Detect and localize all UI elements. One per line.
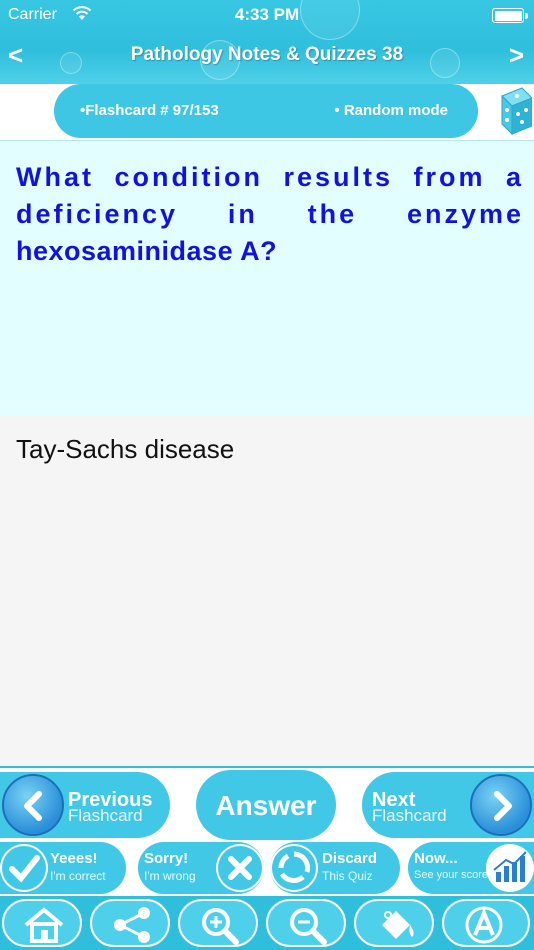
info-row: •Flashcard # 97/153 • Random mode: [0, 84, 534, 140]
share-button[interactable]: [90, 899, 170, 947]
recycle-icon: [270, 844, 318, 892]
wrong-subtitle: I'm wrong: [144, 869, 196, 883]
battery-icon: [492, 8, 528, 23]
flashcard-controls: Previous Flashcard Answer Next Flashcard: [0, 766, 534, 840]
page-title: Pathology Notes & Quizzes 38: [130, 44, 404, 65]
answer-panel: Tay-Sachs disease: [0, 416, 534, 766]
discard-subtitle: This Quiz: [322, 869, 373, 883]
color-theme-button[interactable]: [354, 899, 434, 947]
status-bar: Carrier 4:33 PM: [0, 0, 534, 30]
zoom-in-button[interactable]: [178, 899, 258, 947]
question-text: What condition results from a deficiency…: [16, 159, 524, 270]
next-flashcard-button[interactable]: Next Flashcard: [362, 772, 534, 838]
question-line: deficiency in the enzyme: [16, 199, 524, 229]
font-icon: [465, 906, 503, 944]
forward-button[interactable]: >: [509, 40, 524, 70]
next-subtitle: Flashcard: [372, 806, 447, 825]
flashcard-counter: •Flashcard # 97/153: [80, 102, 219, 119]
chart-icon: [486, 844, 534, 892]
cross-icon: [216, 844, 264, 892]
bottom-toolbar: [0, 896, 534, 950]
font-size-button[interactable]: [442, 899, 530, 947]
correct-title: Yeees!: [50, 850, 98, 867]
discard-quiz-button[interactable]: Discard This Quiz: [270, 842, 400, 894]
arrow-right-icon: [470, 774, 532, 836]
mode-label: • Random mode: [334, 102, 448, 119]
zoom-out-icon: [290, 908, 327, 945]
feedback-row: Yeees! I'm correct Sorry! I'm wrong Disc…: [0, 840, 534, 896]
arrow-left-icon: [2, 774, 64, 836]
paint-bucket-icon: [382, 911, 414, 939]
wrong-button[interactable]: Sorry! I'm wrong: [138, 842, 264, 894]
answer-button[interactable]: Answer: [196, 770, 336, 840]
previous-flashcard-button[interactable]: Previous Flashcard: [0, 772, 170, 838]
dice-icon[interactable]: [498, 84, 533, 136]
see-score-button[interactable]: Now... See your score: [408, 842, 534, 894]
zoom-in-icon: [202, 908, 239, 945]
score-subtitle: See your score: [414, 869, 488, 881]
correct-subtitle: I'm correct: [50, 869, 106, 883]
clock: 4:33 PM: [234, 5, 300, 24]
top-bar: Carrier 4:33 PM < Pathology Notes & Quiz…: [0, 0, 534, 84]
share-icon: [114, 907, 150, 943]
home-button[interactable]: [2, 899, 82, 947]
question-panel: What condition results from a deficiency…: [0, 140, 534, 416]
back-button[interactable]: <: [8, 40, 23, 70]
wrong-title: Sorry!: [144, 850, 189, 867]
home-icon: [24, 907, 64, 943]
discard-title: Discard: [322, 850, 378, 867]
score-title: Now...: [414, 850, 458, 867]
answer-button-label: Answer: [215, 790, 317, 821]
question-line: hexosaminidase A?: [16, 236, 278, 266]
checkmark-icon: [0, 844, 48, 892]
previous-subtitle: Flashcard: [68, 806, 143, 825]
answer-text: Tay-Sachs disease: [16, 434, 235, 464]
correct-button[interactable]: Yeees! I'm correct: [0, 842, 126, 894]
question-line: What condition results from a: [16, 162, 524, 192]
zoom-out-button[interactable]: [266, 899, 346, 947]
info-pill: •Flashcard # 97/153 • Random mode: [54, 84, 478, 138]
